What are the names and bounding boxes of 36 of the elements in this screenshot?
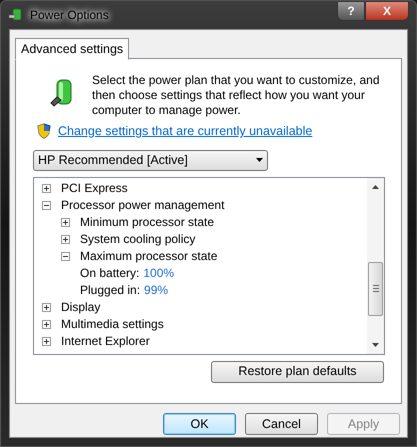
tree-item[interactable]: Maximum processor state [80,247,218,266]
collapse-icon[interactable] [61,252,70,261]
expand-icon[interactable] [61,234,70,244]
window-title: Power Options [30,7,109,24]
help-button[interactable]: ? [337,1,365,21]
tree-item[interactable]: Minimum processor state [80,213,214,232]
tab[interactable]: Advanced settings [15,38,130,60]
tree-item[interactable]: Display [61,298,100,316]
setting-label: On battery: [80,265,140,282]
tree-item[interactable]: PCI Express [61,179,128,198]
caret-icon [256,158,263,162]
setting-label: Plugged in: [80,282,140,300]
tree-item[interactable]: Processor power management [61,196,224,214]
setting-value[interactable]: 99% [144,281,168,300]
grip-icon [372,285,378,292]
tree-item[interactable]: Multimedia settings [61,315,164,334]
tree-item[interactable]: System cooling policy [80,230,196,248]
expand-icon[interactable] [42,184,51,193]
intro-text: Select the power plan that you want to customize, and then choose settings that reflect how you want your computer to manage power. [92,73,381,118]
tree-item[interactable]: Internet Explorer [61,332,150,350]
expand-icon[interactable] [42,302,51,312]
expand-icon[interactable] [42,320,51,329]
scroll-thumb[interactable] [368,262,383,316]
scroll-down-icon[interactable] [372,342,379,347]
collapse-icon[interactable] [42,200,51,210]
expand-icon[interactable] [42,336,51,346]
dialog-button[interactable]: Cancel [245,413,318,435]
scroll-up-icon[interactable] [372,184,379,189]
plan-dropdown[interactable]: HP Recommended [Active] [33,150,268,171]
dialog-button[interactable]: OK [163,413,236,435]
change-settings-link[interactable]: Change settings that are currently unavailable [58,122,312,141]
setting-value[interactable]: 100% [143,264,174,282]
shield-icon [37,123,51,140]
close-button[interactable]: X [365,1,409,21]
expand-icon[interactable] [61,218,70,227]
restore-defaults-button[interactable]: Restore plan defaults [211,360,384,383]
